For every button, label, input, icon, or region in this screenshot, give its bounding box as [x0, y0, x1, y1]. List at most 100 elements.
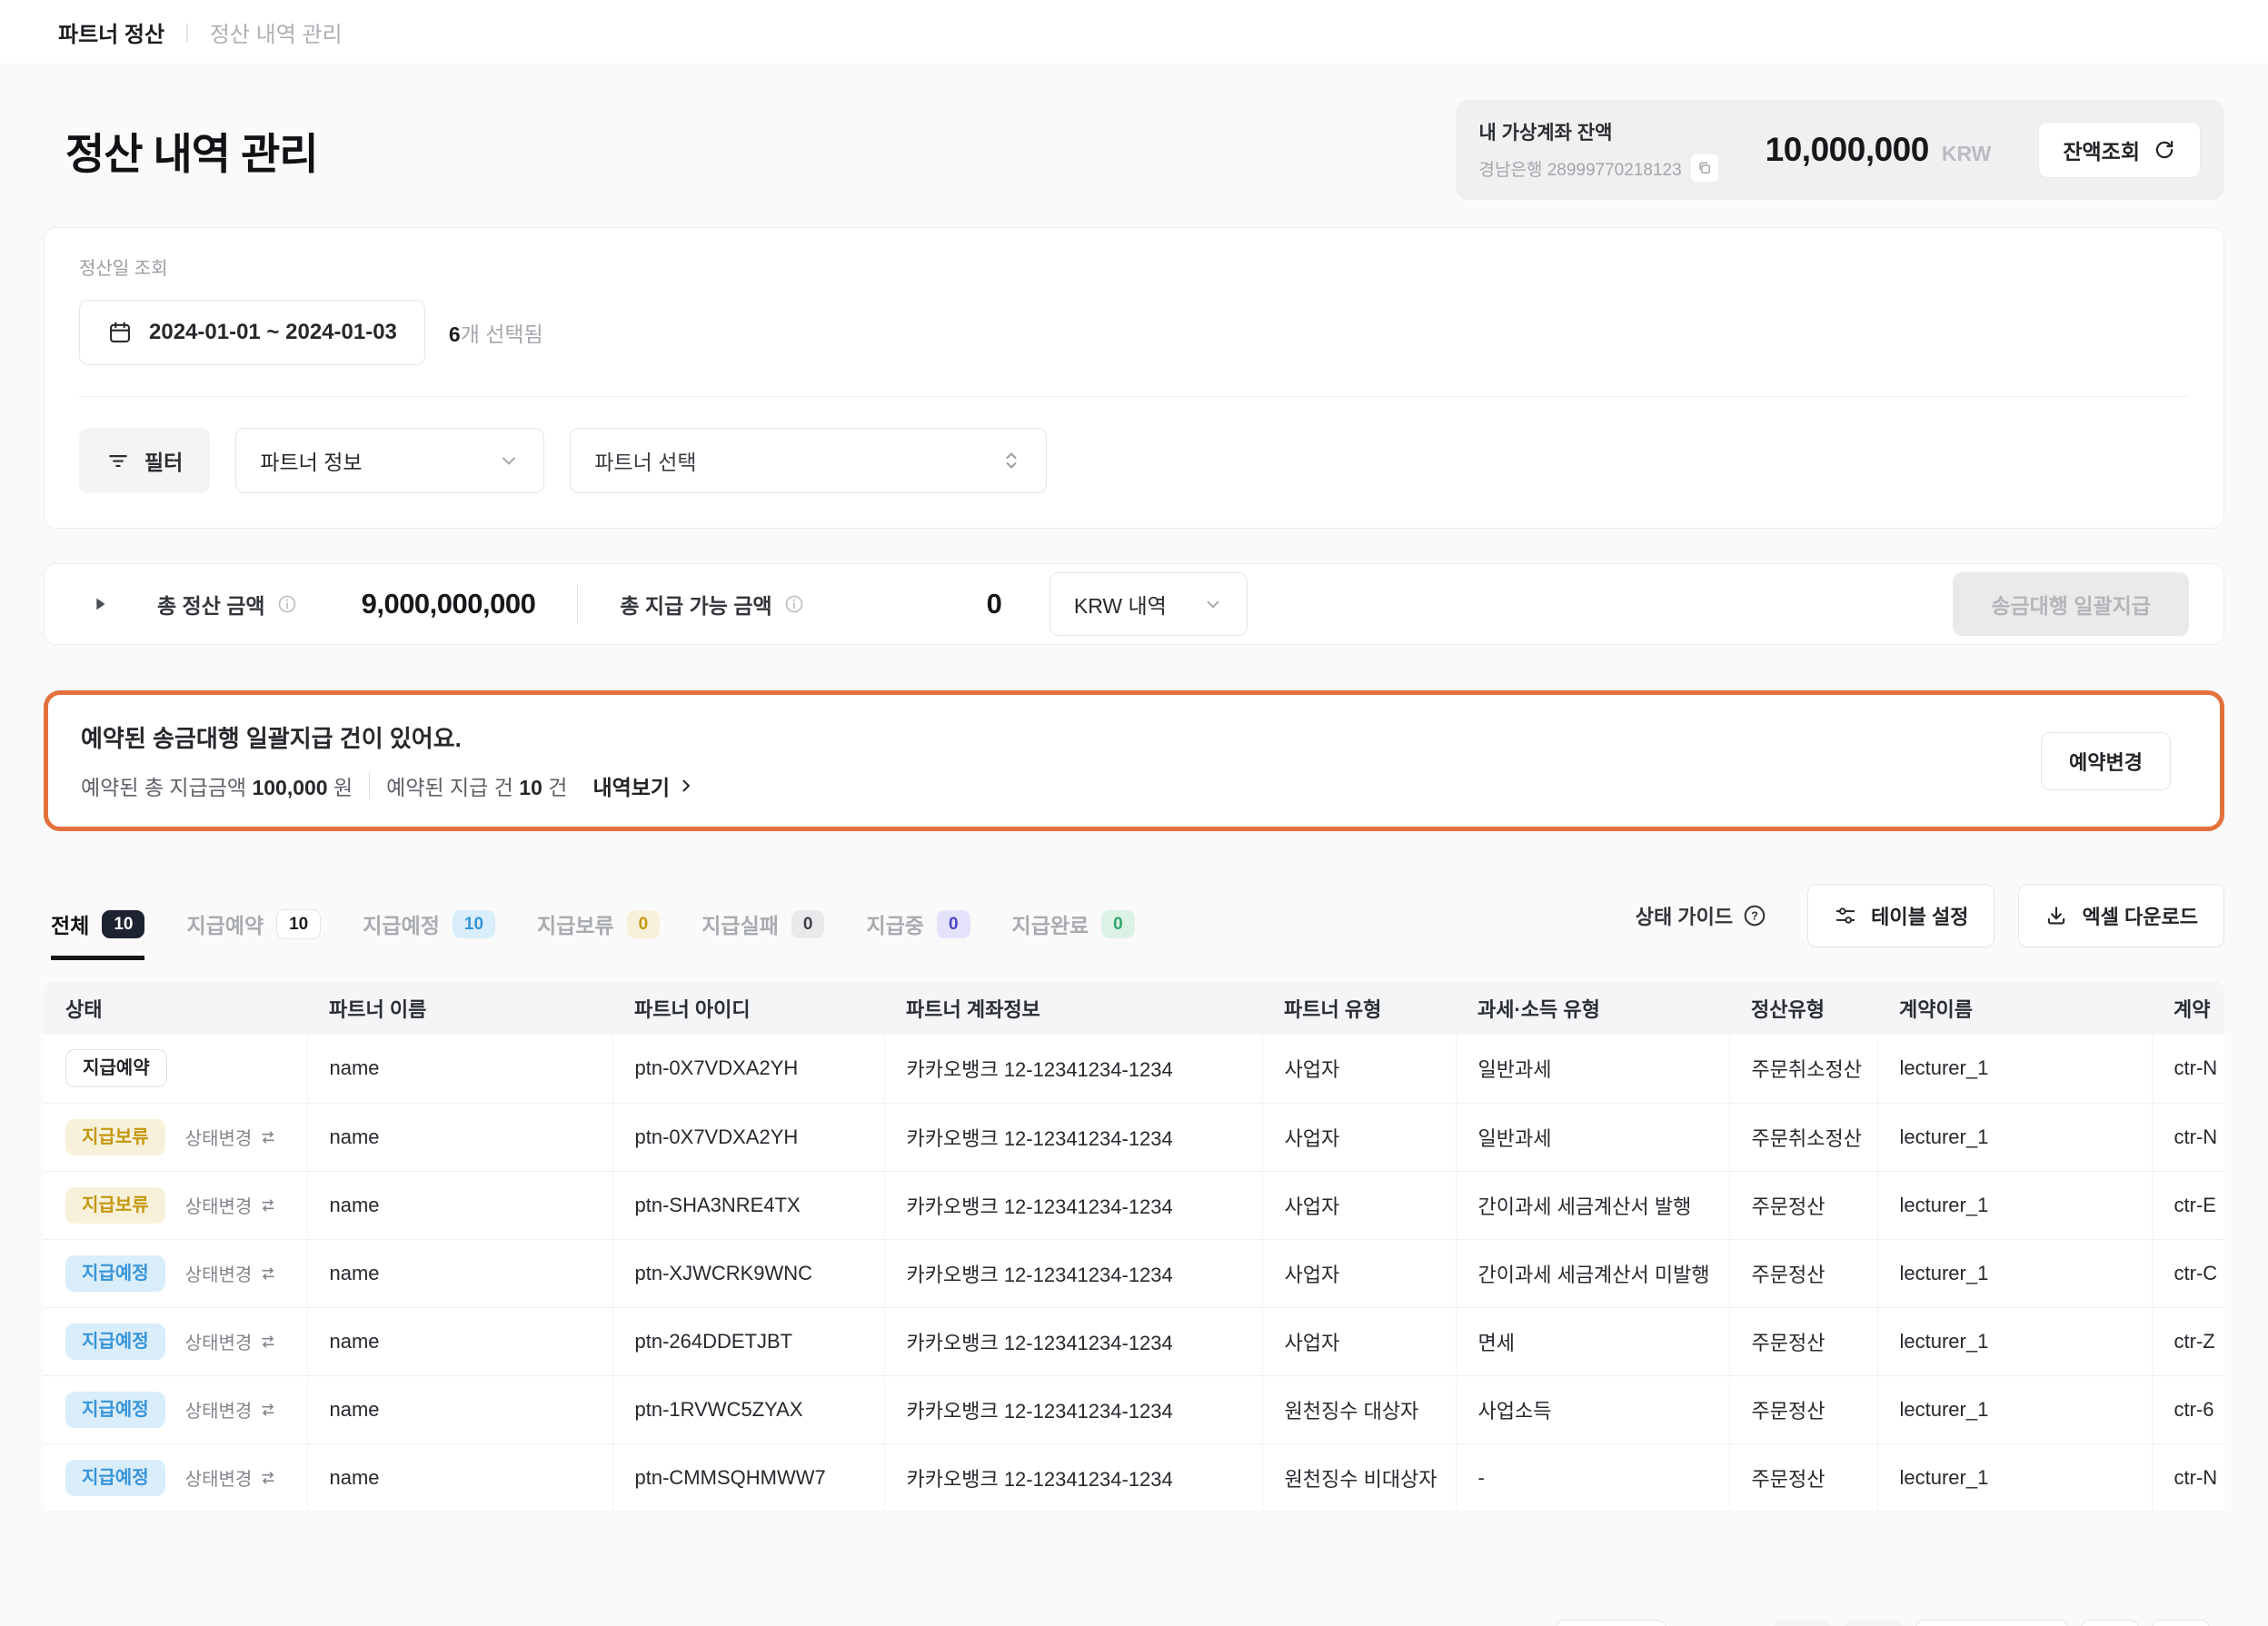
status-tab[interactable]: 지급예정 10: [363, 908, 495, 960]
contract-id-cell: ctr-Z: [2152, 1307, 2224, 1375]
chevron-right-icon: [677, 777, 695, 795]
partner-type-cell: 원천징수 비대상자: [1262, 1443, 1456, 1512]
contract-name-cell: lecturer_1: [1877, 1035, 2152, 1103]
tax-type-cell: -: [1456, 1443, 1729, 1512]
notice-divider: [369, 772, 370, 799]
tab-count-badge: 0: [1101, 910, 1135, 938]
status-change-link[interactable]: 상태변경: [185, 1192, 278, 1218]
partner-account-cell: 카카오뱅크 12-12341234-1234: [884, 1103, 1262, 1171]
status-badge: 지급예정: [65, 1460, 165, 1496]
balance-currency: KRW: [1942, 142, 1992, 166]
tax-type-cell: 일반과세: [1456, 1103, 1729, 1171]
filter-category-select[interactable]: 파트너 정보: [235, 428, 544, 493]
notice-count: 10: [519, 776, 542, 799]
partner-account-cell: 카카오뱅크 12-12341234-1234: [884, 1307, 1262, 1375]
settlement-type-cell: 주문정산: [1729, 1307, 1877, 1375]
info-icon[interactable]: [276, 593, 298, 615]
table-row[interactable]: 지급보류 상태변경 name ptn-0X7VDXA2YH 카카오뱅크 12-1…: [44, 1103, 2224, 1171]
total-payable-amount: 0: [987, 588, 1002, 620]
table-row[interactable]: 지급예약 상태변경 name ptn-0X7VDXA2YH 카카오뱅크 12-1…: [44, 1035, 2224, 1103]
balance-amount: 10,000,000: [1766, 131, 1929, 169]
tax-type-cell: 간이과세 세금계산서 발행: [1456, 1171, 1729, 1239]
first-page-button[interactable]: [1774, 1620, 1832, 1626]
change-reservation-button[interactable]: 예약변경: [2041, 732, 2171, 790]
table-row[interactable]: 지급보류 상태변경 name ptn-SHA3NRE4TX 카카오뱅크 12-1…: [44, 1171, 2224, 1239]
status-badge: 지급예약: [65, 1049, 167, 1087]
contract-name-cell: lecturer_1: [1877, 1443, 2152, 1512]
tab-count-badge: 10: [453, 910, 495, 938]
status-tab[interactable]: 지급보류 0: [537, 908, 660, 960]
partner-name-cell: name: [307, 1035, 612, 1103]
status-cell: 지급예정 상태변경: [44, 1443, 307, 1512]
pagination: 페이지 당 행 10 9 / 99: [44, 1620, 2224, 1626]
partner-name-cell: name: [307, 1103, 612, 1171]
status-change-link[interactable]: 상태변경: [185, 1464, 278, 1491]
date-range-input[interactable]: 2024-01-01 ~ 2024-01-03: [79, 300, 425, 365]
table-row[interactable]: 지급예정 상태변경 name ptn-XJWCRK9WNC 카카오뱅크 12-1…: [44, 1239, 2224, 1307]
calendar-icon: [107, 320, 133, 345]
status-guide-link[interactable]: 상태 가이드 ?: [1636, 901, 1767, 930]
column-header: 과세·소득 유형: [1456, 982, 1729, 1035]
status-tab[interactable]: 전체 10: [51, 908, 144, 960]
last-page-button[interactable]: [2152, 1620, 2210, 1626]
prev-page-button[interactable]: [1845, 1620, 1903, 1626]
status-tab[interactable]: 지급중 0: [866, 908, 970, 960]
settlement-date-label: 정산일 조회: [79, 253, 2189, 280]
breadcrumb-page: 정산 내역 관리: [210, 16, 343, 48]
status-cell: 지급예정 상태변경: [44, 1239, 307, 1307]
settlement-type-cell: 주문정산: [1729, 1375, 1877, 1443]
column-header: 정산유형: [1729, 982, 1877, 1035]
chevron-down-icon: [1203, 594, 1223, 614]
bulk-pay-button[interactable]: 송금대행 일괄지급: [1953, 572, 2189, 636]
total-settlement-label: 총 정산 금액: [157, 589, 265, 620]
currency-select[interactable]: KRW 내역: [1049, 572, 1248, 636]
swap-arrows-icon: [259, 1264, 277, 1283]
contract-name-cell: lecturer_1: [1877, 1307, 2152, 1375]
copy-icon[interactable]: [1691, 154, 1718, 182]
partner-account-cell: 카카오뱅크 12-12341234-1234: [884, 1171, 1262, 1239]
page-indicator[interactable]: 9 / 99: [1915, 1620, 2068, 1626]
table-row[interactable]: 지급예정 상태변경 name ptn-CMMSQHMWW7 카카오뱅크 12-1…: [44, 1443, 2224, 1512]
table-settings-button[interactable]: 테이블 설정: [1807, 884, 1994, 947]
expand-caret-icon[interactable]: [90, 594, 110, 614]
status-cell: 지급보류 상태변경: [44, 1171, 307, 1239]
status-tab[interactable]: 지급실패 0: [701, 908, 824, 960]
balance-account-number: 경남은행 28999770218123: [1479, 156, 1682, 181]
top-bar: 파트너 정산 | 정산 내역 관리: [0, 0, 2268, 64]
chevron-down-icon: [498, 450, 520, 471]
table-row[interactable]: 지급예정 상태변경 name ptn-1RVWC5ZYAX 카카오뱅크 12-1…: [44, 1375, 2224, 1443]
rows-per-page-select[interactable]: 10: [1556, 1620, 1666, 1626]
contract-id-cell: ctr-E: [2152, 1171, 2224, 1239]
settlement-type-cell: 주문정산: [1729, 1443, 1877, 1512]
partner-type-cell: 사업자: [1262, 1307, 1456, 1375]
status-badge: 지급보류: [65, 1119, 165, 1155]
status-tab[interactable]: 지급완료 0: [1012, 908, 1135, 960]
balance-refresh-button[interactable]: 잔액조회: [2038, 122, 2201, 178]
partner-type-cell: 사업자: [1262, 1103, 1456, 1171]
selected-count: 6개 선택됨: [449, 317, 543, 348]
contract-name-cell: lecturer_1: [1877, 1103, 2152, 1171]
partner-select[interactable]: 파트너 선택: [570, 428, 1047, 493]
partner-name-cell: name: [307, 1375, 612, 1443]
status-change-link[interactable]: 상태변경: [185, 1396, 278, 1423]
info-icon[interactable]: [783, 593, 805, 615]
status-change-link[interactable]: 상태변경: [185, 1260, 278, 1286]
status-change-link[interactable]: 상태변경: [185, 1124, 278, 1150]
tab-count-badge: 10: [102, 910, 144, 938]
download-icon: [2044, 904, 2068, 927]
notice-amount-unit: 원: [333, 776, 353, 799]
table-row[interactable]: 지급예정 상태변경 name ptn-264DDETJBT 카카오뱅크 12-1…: [44, 1307, 2224, 1375]
status-tabs: 전체 10 지급예약 10 지급예정 10 지급보류 0 지급실패 0 지급중 …: [44, 908, 1135, 960]
settlement-type-cell: 주문정산: [1729, 1239, 1877, 1307]
status-tab[interactable]: 지급예약 10: [186, 908, 321, 960]
tax-type-cell: 일반과세: [1456, 1035, 1729, 1103]
excel-download-button[interactable]: 엑셀 다운로드: [2018, 884, 2224, 947]
next-page-button[interactable]: [2081, 1620, 2139, 1626]
filter-button[interactable]: 필터: [79, 428, 210, 493]
view-details-link[interactable]: 내역보기: [592, 770, 695, 801]
sliders-icon: [1834, 904, 1857, 927]
contract-id-cell: ctr-C: [2152, 1239, 2224, 1307]
status-change-link[interactable]: 상태변경: [185, 1328, 278, 1354]
breadcrumb-section[interactable]: 파트너 정산: [58, 16, 164, 48]
column-header: 상태: [44, 982, 307, 1035]
